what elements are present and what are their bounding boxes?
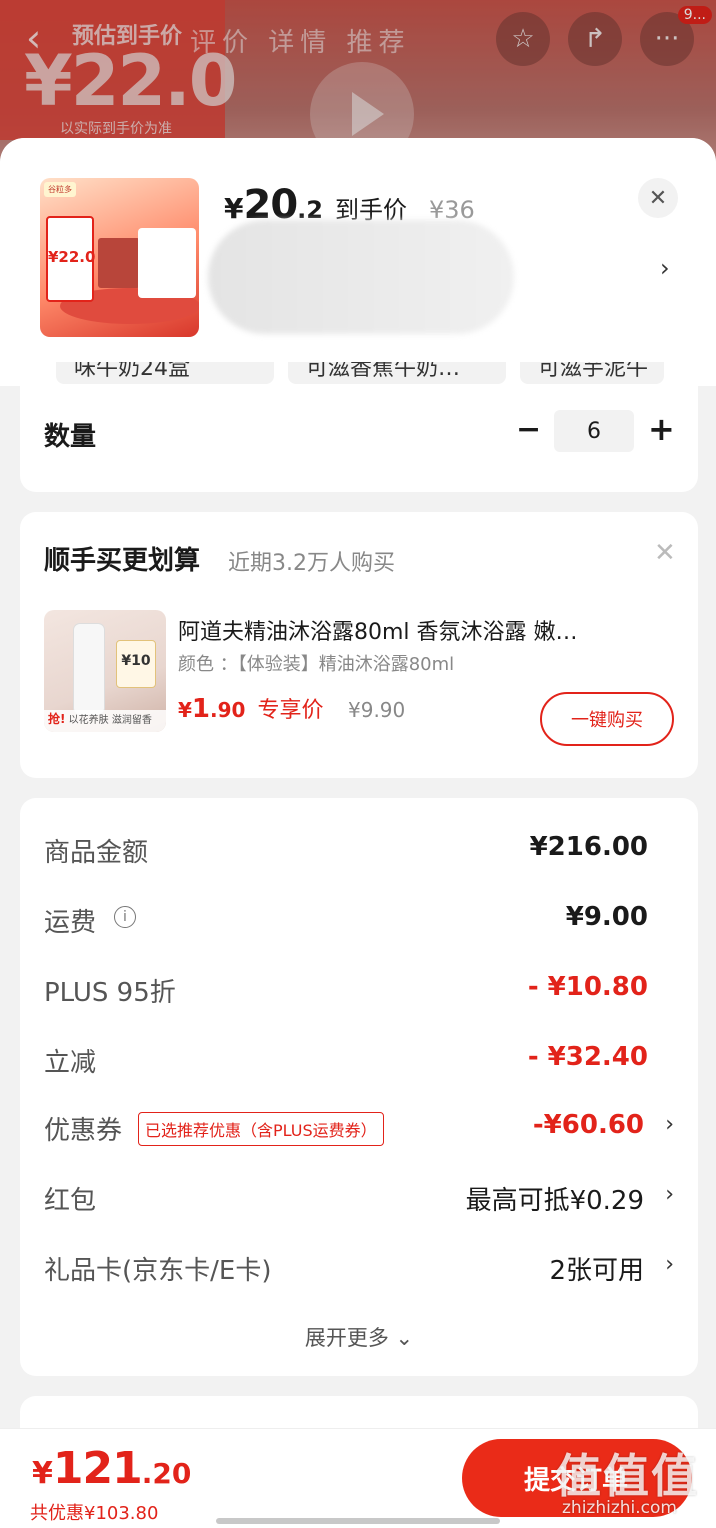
order-sheet: 谷粒多 ¥22.0 ¥ 20 .2 到手价 ¥36 ✕ › 味牛奶24盒 可滋香… (0, 138, 716, 1528)
gift-card-value: 2张可用 (549, 1256, 644, 1286)
coupon-selected-tag: 已选推荐优惠（含PLUS运费券） (138, 1112, 384, 1146)
summary-row-coupon[interactable]: 优惠券 已选推荐优惠（含PLUS运费券） -¥60.60 › (44, 1110, 674, 1150)
thumbnail-tag: 抢! 以花养肤 滋润留香 (44, 710, 166, 732)
spec-option[interactable]: 味牛奶24盒 (56, 362, 274, 384)
close-icon[interactable]: ✕ (654, 538, 676, 568)
shipping-fee: ¥9.00 (565, 902, 648, 932)
chevron-right-icon: › (665, 1252, 674, 1277)
plus-discount: - ¥10.80 (527, 972, 648, 1002)
expand-more-button[interactable]: 展开更多 ⌄ (20, 1322, 698, 1352)
recommendation-card: 顺手买更划算 近期3.2万人购买 ✕ ¥10 抢! 以花养肤 滋润留香 阿道夫精… (20, 512, 698, 778)
summary-row-shipping: 运费 i ¥9.00 (44, 902, 648, 938)
spec-options: 味牛奶24盒 可滋香蕉牛奶… 可滋芋泥牛 (0, 362, 716, 386)
thumbnail-box (98, 238, 140, 288)
home-indicator[interactable] (216, 1518, 500, 1524)
recommendation-product-name[interactable]: 阿道夫精油沐浴露80ml 香氛沐浴露 嫩… (178, 614, 658, 646)
product-thumbnail: 谷粒多 ¥22.0 (40, 178, 199, 337)
thumbnail-carton (138, 228, 196, 298)
chevron-right-icon[interactable]: › (660, 254, 670, 282)
selected-spec-redacted (208, 220, 514, 334)
total-saved: 共优惠¥103.80 (30, 1503, 159, 1524)
recommendation-price: ¥ 1 .90 专享价 (178, 694, 324, 724)
instant-discount: - ¥32.40 (527, 1042, 648, 1072)
summary-row-gift-card[interactable]: 礼品卡(京东卡/E卡) 2张可用 › (44, 1250, 674, 1290)
summary-row-plus: PLUS 95折 - ¥10.80 (44, 972, 648, 1008)
one-click-buy-button[interactable]: 一键购买 (540, 692, 674, 746)
recommendation-original-price: ¥9.90 (348, 698, 406, 722)
recommendation-subtitle: 近期3.2万人购买 (228, 551, 395, 576)
spec-option[interactable]: 可滋香蕉牛奶… (288, 362, 506, 384)
watermark-logo: 值值值 (555, 1449, 699, 1503)
close-icon[interactable]: ✕ (638, 178, 678, 218)
goods-amount: ¥216.00 (529, 832, 648, 862)
chevron-right-icon: › (665, 1182, 674, 1207)
coupon-amount: -¥60.60 (532, 1110, 644, 1140)
summary-row-instant-discount: 立减 - ¥32.40 (44, 1042, 648, 1078)
order-summary: 商品金额 ¥216.00 运费 i ¥9.00 PLUS 95折 - ¥10.8… (20, 798, 698, 1376)
quantity-section: 数量 − 6 + (20, 386, 698, 492)
recommendation-thumbnail[interactable]: ¥10 抢! 以花养肤 滋润留香 (44, 610, 166, 732)
info-icon[interactable]: i (114, 906, 136, 928)
watermark-url: zhizhizhi.com (562, 1498, 677, 1518)
total-price: ¥ 121 .20 (32, 1443, 192, 1494)
recommendation-title: 顺手买更划算 (44, 546, 201, 576)
recommendation-color: 颜色 ：【体验装】精油沐浴露80ml (178, 654, 455, 675)
bottle-image (74, 624, 104, 714)
quantity-label: 数量 (44, 422, 97, 452)
quantity-minus-button[interactable]: − (516, 412, 541, 447)
thumbnail-coupon: ¥10 (116, 640, 156, 688)
thumbnail-price-card: ¥22.0 (46, 216, 95, 302)
sheet-header: 谷粒多 ¥22.0 ¥ 20 .2 到手价 ¥36 ✕ › (0, 138, 716, 362)
summary-row-goods: 商品金额 ¥216.00 (44, 832, 648, 868)
price-symbol: ¥ (224, 192, 244, 225)
chevron-right-icon: › (665, 1112, 674, 1137)
quantity-input[interactable]: 6 (554, 410, 634, 452)
quantity-plus-button[interactable]: + (648, 410, 675, 448)
red-packet-value: 最高可抵¥0.29 (465, 1186, 644, 1216)
summary-row-red-packet[interactable]: 红包 最高可抵¥0.29 › (44, 1180, 674, 1220)
spec-option[interactable]: 可滋芋泥牛 (520, 362, 664, 384)
brand-logo: 谷粒多 (44, 182, 76, 197)
